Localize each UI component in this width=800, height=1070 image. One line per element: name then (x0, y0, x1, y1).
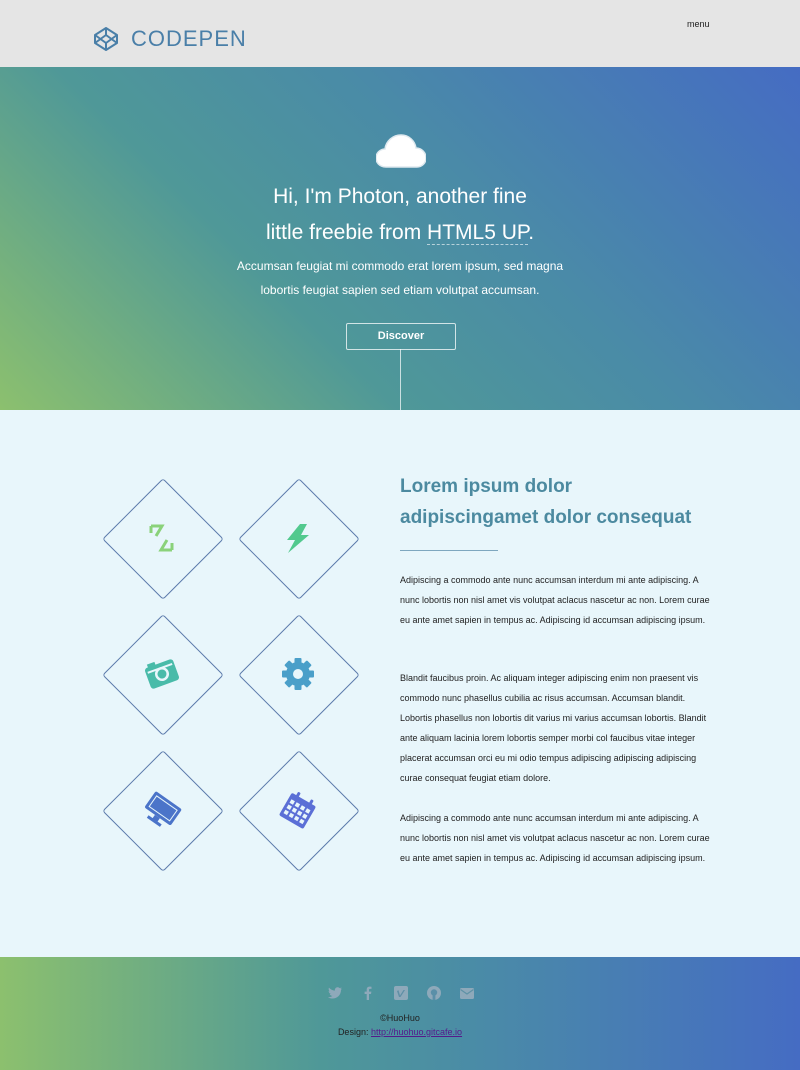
cloud-icon (376, 134, 426, 168)
paragraph-2: Blandit faucibus proin. Ac aliquam integ… (400, 673, 707, 783)
hero-divider-line (400, 349, 401, 410)
github-icon[interactable] (426, 985, 442, 1001)
html5up-link[interactable]: HTML5 UP (427, 221, 529, 245)
calendar-icon (279, 792, 316, 829)
paragraph-3: Adipiscing a commodo ante nunc accumsan … (400, 813, 710, 863)
hero-title-line1: Hi, I'm Photon, another fine (273, 185, 527, 208)
camera-icon (144, 659, 180, 689)
desktop-icon (145, 791, 182, 827)
logo[interactable]: CODEPEN (93, 26, 247, 52)
design-label: Design: (337, 1027, 371, 1037)
discover-button[interactable]: Discover (346, 323, 456, 350)
hero-title-line2: little freebie from HTML5 UP. (0, 221, 800, 245)
section-heading-line2: adipiscingamet dolor consequat (400, 507, 692, 528)
bolt-icon (287, 524, 309, 553)
design-credit: Design: http://huohuo.gitcafe.io (0, 1027, 800, 1037)
hero-banner: Hi, I'm Photon, another fine little free… (0, 67, 800, 410)
menu-link[interactable]: menu (687, 19, 710, 29)
vimeo-icon[interactable] (393, 985, 409, 1001)
section-heading-line1: Lorem ipsum dolor (400, 476, 573, 497)
codepen-logo-icon (94, 27, 118, 51)
top-bar: CODEPEN menu (0, 0, 800, 67)
copyright-text: ©HuoHuo (380, 1013, 420, 1023)
brand-name: CODEPEN (131, 26, 247, 51)
design-link[interactable]: http://huohuo.gitcafe.io (371, 1027, 462, 1037)
envelope-icon[interactable] (459, 985, 475, 1001)
twitter-icon[interactable] (327, 985, 343, 1001)
cog-icon (282, 658, 314, 690)
hero-subtitle-line1: Accumsan feugiat mi commodo erat lorem i… (236, 259, 564, 273)
hero-title-prefix: little freebie from (265, 221, 428, 244)
heading-underline (400, 550, 498, 551)
facebook-icon[interactable] (360, 985, 376, 1001)
code-icon (149, 524, 174, 552)
hero-title-suffix: . (528, 221, 535, 244)
footer: ©HuoHuo Design: http://huohuo.gitcafe.io (0, 957, 800, 1070)
paragraph-1: Adipiscing a commodo ante nunc accumsan … (400, 575, 710, 625)
hero-subtitle-line2: lobortis feugiat sapien sed etiam volutp… (260, 283, 540, 297)
features-section: Lorem ipsum dolor adipiscingamet dolor c… (0, 410, 800, 957)
